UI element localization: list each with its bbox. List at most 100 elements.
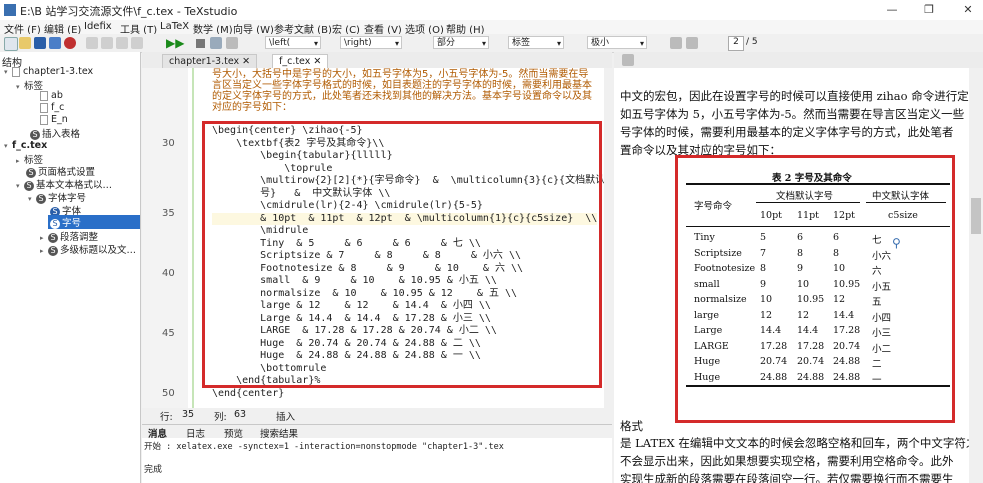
- tab-fc[interactable]: f_c.tex ✕: [272, 54, 329, 69]
- highlight-box-table: [675, 155, 955, 423]
- save-all-icon[interactable]: [49, 37, 61, 49]
- redo-icon[interactable]: [101, 37, 113, 49]
- view-pdf-icon[interactable]: [210, 37, 222, 49]
- menu-bar: 文件 (F) 编辑 (E) Idefix 工具 (T) LaTeX 数学 (M)…: [0, 20, 983, 36]
- comment-line: 号大小，大括号中是字号的大小，如五号字体为5，小五号字体为-5。然而当需要在导: [212, 69, 589, 80]
- close-button[interactable]: ✕: [956, 2, 980, 18]
- close-document-icon[interactable]: [64, 37, 76, 49]
- tree-item-label-fc[interactable]: f_c: [40, 102, 64, 113]
- page-number-input[interactable]: 2: [728, 36, 744, 51]
- close-tab-icon[interactable]: ✕: [242, 56, 250, 67]
- tree-item-font-size[interactable]: ▾ S 字体字号: [28, 190, 86, 204]
- prev-page-icon[interactable]: [686, 37, 698, 49]
- section-icon: S: [48, 245, 58, 256]
- collapse-icon[interactable]: ▾: [28, 195, 36, 203]
- build-view-icon[interactable]: ▶▶: [166, 36, 184, 50]
- collapse-icon[interactable]: ▾: [4, 142, 12, 150]
- tree-item-size-selected[interactable]: S 字号: [48, 215, 140, 229]
- section-icon: S: [24, 180, 34, 191]
- message-line: 完成: [144, 465, 163, 475]
- line-number: 35: [162, 208, 175, 219]
- change-marker: [192, 68, 194, 408]
- section-icon: S: [30, 129, 40, 140]
- file-icon: [12, 66, 20, 77]
- pdf-scrollbar[interactable]: [969, 68, 983, 483]
- section-combo[interactable]: 部分 ▾: [433, 36, 489, 49]
- pdf-text-line: 是 LATEX 在编辑中文文本的时候会忽略空格和回车，两个中文字符之: [620, 436, 969, 450]
- col-value: 63: [234, 409, 247, 420]
- copy-icon[interactable]: [116, 37, 128, 49]
- comment-line: 言区当定义一些字体字号格式的时候，如目表题注的字号字体的时候，需要利用最基本: [212, 80, 592, 91]
- editor-scrollbar[interactable]: [604, 68, 612, 408]
- paste-icon[interactable]: [131, 37, 143, 49]
- window-title: E:\B 站学习交流源文件\f_c.tex - TeXstudio: [20, 5, 238, 18]
- label-icon: [40, 90, 48, 101]
- tab-chapter1-3[interactable]: chapter1-3.tex ✕: [162, 54, 258, 69]
- highlight-box-code: [202, 121, 602, 388]
- line-number: 30: [162, 138, 175, 149]
- sync-icon[interactable]: [670, 37, 682, 49]
- stop-icon[interactable]: [196, 39, 205, 48]
- message-tabs: 消息 日志 预览 搜索结果: [142, 424, 612, 440]
- tree-item-basic-text[interactable]: ▾ S 基本文本格式以…: [16, 177, 112, 191]
- pdf-heading: 格式: [620, 419, 643, 433]
- tree-item-headings[interactable]: ▸ S 多级标题以及文…: [40, 242, 136, 256]
- undo-icon[interactable]: [86, 37, 98, 49]
- label-icon: [40, 114, 48, 125]
- close-tab-icon[interactable]: ✕: [313, 56, 321, 67]
- pdf-text-line: 号字体的时候，需要利用最基本的定义字体字号的方式，此处笔者: [620, 125, 954, 139]
- menu-idefix[interactable]: Idefix: [84, 21, 112, 32]
- maximize-button[interactable]: ❐: [917, 2, 941, 18]
- tree-item-insert-table[interactable]: S 插入表格: [30, 126, 80, 140]
- section-icon: S: [36, 193, 46, 204]
- tree-item-page-format[interactable]: S 页面格式设置: [26, 164, 95, 178]
- editor-tab-bar: chapter1-3.tex ✕ f_c.tex ✕: [142, 52, 612, 69]
- comment-line: 对应的字号如下：: [212, 102, 292, 113]
- dropdown-icon[interactable]: [226, 37, 238, 49]
- title-bar: E:\B 站学习交流源文件\f_c.tex - TeXstudio — ❐ ✕: [0, 0, 983, 20]
- label-icon: [40, 102, 48, 113]
- label-combo[interactable]: 标签 ▾: [508, 36, 564, 49]
- save-icon[interactable]: [34, 37, 46, 49]
- message-area: 开始 : xelatex.exe -synctex=1 -interaction…: [142, 438, 612, 483]
- tree-item-chapter-file[interactable]: ▾ chapter1-3.tex: [4, 66, 93, 77]
- col-label: 列:: [214, 412, 227, 423]
- collapse-icon[interactable]: ▾: [16, 182, 24, 190]
- main-toolbar: ▶▶ \left(▾ \right)▾ 部分▾ 标签▾ 极小▾ 2 / 5 jo…: [0, 34, 983, 87]
- tree-item-label-ab[interactable]: ab: [40, 90, 63, 101]
- page-total: / 5: [746, 37, 758, 47]
- collapse-icon[interactable]: ▾: [4, 68, 12, 76]
- expand-icon[interactable]: ▸: [40, 234, 48, 242]
- expand-icon[interactable]: ▸: [16, 157, 24, 165]
- left-delimiter-combo[interactable]: \left(▾: [265, 36, 321, 49]
- open-folder-icon[interactable]: [19, 37, 31, 49]
- row-value: 35: [182, 409, 195, 420]
- pdf-scroll-thumb[interactable]: [971, 198, 981, 234]
- row-label: 行:: [160, 412, 173, 423]
- line-number: 50: [162, 388, 175, 399]
- right-delimiter-combo[interactable]: \right) ▾: [340, 36, 402, 49]
- pdf-text-line: 如五号字体为 5，小五号字体为-5。然而当需要在导言区当定义一些: [620, 107, 965, 121]
- collapse-icon[interactable]: ▾: [16, 83, 24, 91]
- line-number: 45: [162, 328, 175, 339]
- message-line: 开始 : xelatex.exe -synctex=1 -interaction…: [144, 442, 504, 452]
- pdf-text-line: 中文的宏包，因此在设置字号的时候可以直接使用 zihao 命令进行定: [620, 89, 969, 103]
- editor-status-bar: 行: 35 列: 63 插入: [142, 408, 612, 423]
- menu-latex[interactable]: LaTeX: [160, 21, 189, 32]
- subsection-icon: S: [50, 218, 60, 229]
- insert-mode: 插入: [276, 412, 296, 423]
- tree-item-label-en[interactable]: E_n: [40, 114, 68, 125]
- new-file-icon[interactable]: [4, 37, 18, 51]
- expand-icon[interactable]: ▸: [40, 247, 48, 255]
- font-size-combo[interactable]: 极小 ▾: [587, 36, 647, 49]
- minimize-button[interactable]: —: [880, 2, 904, 18]
- tree-item-paragraph[interactable]: ▸ S 段落调整: [40, 229, 98, 243]
- line-number: 40: [162, 268, 175, 279]
- section-icon: S: [26, 167, 36, 178]
- structure-panel: 结构 ▾ chapter1-3.tex ▾ 标签 ab f_c E_n S 插入表格 …: [0, 52, 141, 483]
- tree-item-labels[interactable]: ▾ 标签: [16, 78, 43, 92]
- zoom-icon[interactable]: [622, 54, 634, 66]
- code-line: \end{center}: [212, 387, 285, 399]
- pdf-toolbar: [614, 52, 983, 68]
- tree-item-fc-file[interactable]: ▾ f_c.tex: [4, 140, 47, 151]
